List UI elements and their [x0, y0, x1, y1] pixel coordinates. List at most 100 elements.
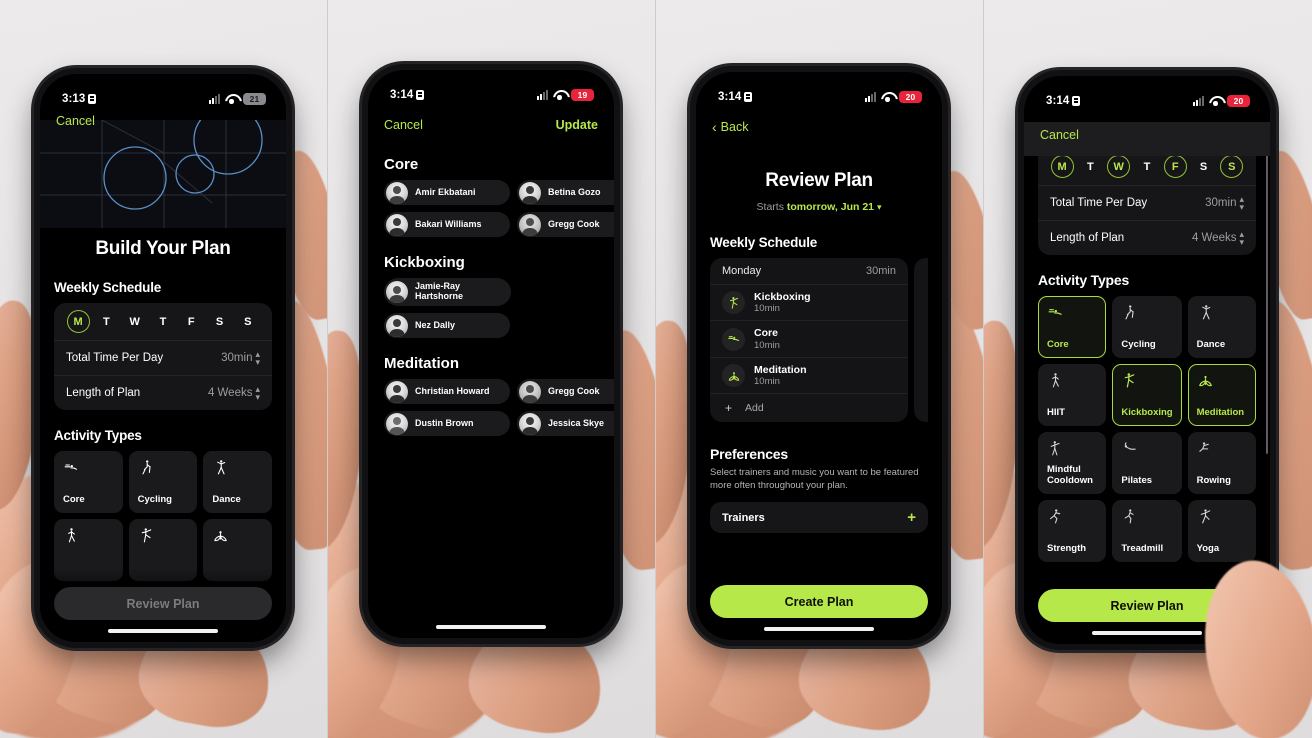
activity-tile-kickboxing[interactable]: Kickboxing — [1112, 364, 1182, 427]
activity-label: Pilates — [1121, 474, 1153, 486]
plus-icon[interactable]: + — [907, 510, 916, 525]
status-time: 3:14 — [390, 89, 414, 101]
item-duration: 10min — [754, 303, 780, 315]
kickboxing-icon — [138, 527, 155, 544]
activity-tile-hiit[interactable]: HIIT — [1038, 364, 1107, 427]
starts-date-button[interactable]: Starts tomorrow, Jun 21 ▾ — [696, 201, 942, 213]
trainer-chip[interactable]: Amir Ekbatani — [384, 180, 510, 205]
trainer-row: Amir Ekbatani Betina Gozo — [368, 180, 614, 205]
trainer-row: Bakari Williams Gregg Cook — [368, 212, 614, 237]
day-toggle-sun[interactable]: S — [236, 310, 259, 333]
battery-indicator: 20 — [1227, 95, 1250, 107]
day-toggle-fri[interactable]: F — [180, 310, 203, 333]
status-bar: 3:14 20 — [1024, 76, 1270, 114]
plus-icon: + — [725, 401, 733, 416]
chevron-left-icon: ‹ — [712, 119, 717, 135]
next-day-card-peek[interactable] — [914, 258, 928, 423]
activity-tile-strength[interactable]: Strength — [1038, 500, 1107, 563]
total-time-per-day-row[interactable]: Total Time Per Day 30min ▴ ▾ — [1038, 185, 1256, 220]
schedule-item[interactable]: Meditation 10min — [710, 356, 908, 393]
weekly-schedule-header: Weekly Schedule — [710, 235, 818, 250]
cellular-signal-icon — [865, 91, 876, 102]
trainer-chip[interactable]: Gregg Cook — [517, 379, 614, 404]
trainer-chip[interactable]: Bakari Williams — [384, 212, 510, 237]
trainer-chip[interactable]: Christian Howard — [384, 379, 510, 404]
activity-label: HIIT — [1047, 406, 1065, 418]
avatar — [519, 380, 541, 403]
avatar — [386, 412, 408, 435]
trainer-chip[interactable]: Jessica Skye — [517, 411, 614, 436]
wifi-icon — [553, 90, 566, 100]
activity-label: Cycling — [1121, 338, 1156, 350]
nav-bar: Cancel Update — [368, 110, 614, 140]
activity-tile-core[interactable]: Core — [1038, 296, 1107, 359]
trainer-name: Nez Dally — [415, 319, 456, 330]
stepper-icon[interactable]: ▴ ▾ — [1239, 230, 1244, 247]
activity-tile-pilates[interactable]: Pilates — [1112, 432, 1182, 495]
day-toggle-wed[interactable]: W — [1107, 155, 1131, 178]
activity-tile-cycling[interactable]: Cycling — [128, 451, 198, 514]
phone-screen: 3:14 20 M T W T F S S Total Time Per Day… — [1024, 76, 1270, 644]
activity-tile-treadmill[interactable]: Treadmill — [1112, 500, 1182, 563]
day-toggle-sun[interactable]: S — [1220, 155, 1244, 178]
review-plan-button[interactable]: Review Plan — [54, 587, 272, 620]
day-schedule-card: Monday 30min Kickboxing 10min Core 10min… — [710, 258, 908, 423]
cancel-button[interactable]: Cancel — [1040, 128, 1079, 142]
trainer-chip[interactable]: Nez Dally — [384, 313, 510, 338]
activity-tile-cycling[interactable]: Cycling — [1112, 296, 1182, 359]
cancel-button[interactable]: Cancel — [384, 118, 423, 132]
stepper-icon[interactable]: ▴ ▾ — [255, 385, 260, 402]
day-toggle-fri[interactable]: F — [1163, 155, 1187, 178]
day-toggle-wed[interactable]: W — [123, 310, 146, 333]
activity-tile-rowing[interactable]: Rowing — [1187, 432, 1256, 495]
stepper-icon[interactable]: ▴ ▾ — [1239, 194, 1244, 211]
row-label: Total Time Per Day — [1050, 197, 1148, 210]
add-activity-button[interactable]: + Add — [710, 393, 908, 422]
starts-value: tomorrow, Jun 21 — [786, 201, 875, 213]
trainer-chip[interactable]: Betina Gozo — [517, 180, 614, 205]
schedule-item[interactable]: Kickboxing 10min — [710, 284, 908, 320]
cancel-button[interactable]: Cancel — [56, 114, 95, 128]
schedule-card: M T W T F S S Total Time Per Day 30min ▴… — [1038, 142, 1256, 256]
activity-tile-mindful-cooldown[interactable]: Mindful Cooldown — [1038, 432, 1107, 495]
core-icon — [722, 327, 745, 351]
meditation-icon — [1197, 372, 1214, 389]
trainer-chip[interactable]: Jamie-Ray Hartshorne — [384, 278, 511, 306]
total-time-per-day-row[interactable]: Total Time Per Day 30min ▴ ▾ — [54, 340, 272, 375]
row-value: 30min — [221, 352, 253, 365]
avatar — [386, 181, 408, 204]
update-button[interactable]: Update — [556, 118, 598, 132]
hero-graphic — [40, 120, 286, 228]
activity-tile-dance[interactable]: Dance — [203, 451, 272, 514]
activity-tile-core[interactable]: Core — [54, 451, 123, 514]
length-of-plan-row[interactable]: Length of Plan 4 Weeks ▴ ▾ — [1038, 220, 1256, 255]
length-of-plan-row[interactable]: Length of Plan 4 Weeks ▴ ▾ — [54, 375, 272, 410]
back-button[interactable]: ‹ Back — [712, 120, 748, 134]
day-toggle-tue[interactable]: T — [1079, 155, 1102, 178]
activity-label: Core — [1047, 338, 1069, 350]
trainer-chip[interactable]: Dustin Brown — [384, 411, 510, 436]
create-plan-button[interactable]: Create Plan — [710, 585, 928, 618]
avatar — [386, 213, 408, 236]
trainers-row[interactable]: Trainers + — [710, 502, 928, 534]
day-toggle-sat[interactable]: S — [1192, 155, 1215, 178]
strength-icon — [1047, 508, 1064, 525]
activity-tile-meditation[interactable]: Meditation — [1187, 364, 1256, 427]
day-toggle-sat[interactable]: S — [208, 310, 231, 333]
hiit-icon — [1047, 372, 1064, 389]
scroll-indicator[interactable] — [1265, 154, 1268, 454]
day-toggle-thu[interactable]: T — [1135, 155, 1158, 178]
stepper-icon[interactable]: ▴ ▾ — [255, 349, 260, 366]
day-toggle-tue[interactable]: T — [95, 310, 118, 333]
add-label: Add — [745, 402, 764, 415]
activity-tile-dance[interactable]: Dance — [1187, 296, 1256, 359]
schedule-item[interactable]: Core 10min — [710, 320, 908, 356]
activity-tile-yoga[interactable]: Yoga — [1187, 500, 1256, 563]
day-toggle-mon[interactable]: M — [1050, 155, 1074, 178]
activity-label: Treadmill — [1121, 542, 1164, 554]
day-toggle-thu[interactable]: T — [151, 310, 174, 333]
trainer-chip[interactable]: Gregg Cook — [517, 212, 614, 237]
item-name: Core — [754, 327, 778, 340]
day-toggle-mon[interactable]: M — [66, 310, 90, 333]
day-selector[interactable]: M T W T F S S — [54, 303, 272, 340]
